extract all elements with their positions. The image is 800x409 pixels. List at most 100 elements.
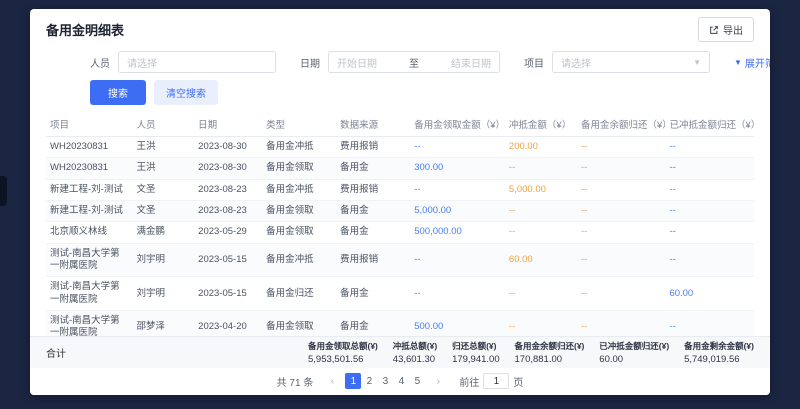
- goto-page: 前往 1 页: [459, 373, 523, 389]
- cell-person: 刘宇明: [132, 243, 194, 277]
- date-range-picker[interactable]: 开始日期 至 结束日期: [328, 51, 500, 73]
- cell-offset-amount: --: [505, 311, 577, 336]
- drawer-handle[interactable]: [0, 176, 7, 206]
- summary-item: 已冲抵金额归还(¥) 60.00: [599, 340, 669, 365]
- summary-item-label: 备用金领取总额(¥): [308, 340, 378, 352]
- table-row[interactable]: WH20230831 王洪 2023-08-30 备用金领取 备用金 300.0…: [46, 158, 754, 179]
- summary-item-label: 已冲抵金额归还(¥): [599, 340, 669, 352]
- cell-date: 2023-08-23: [194, 201, 262, 222]
- petty-cash-panel: 备用金明细表 导出 人员 请选择 日期: [30, 9, 770, 395]
- cell-type: 备用金领取: [262, 158, 336, 179]
- cell-date: 2023-05-29: [194, 222, 262, 243]
- app-background: 备用金明细表 导出 人员 请选择 日期: [0, 0, 800, 409]
- summary-row: 合计 备用金领取总额(¥) 5,953,501.56 冲抵总额(¥) 43,60…: [30, 336, 770, 368]
- col-balance-return-header: 备用金余额归还（¥）: [577, 112, 666, 137]
- cell-balance-return: --: [577, 277, 666, 311]
- clear-search-button[interactable]: 清空搜索: [154, 80, 218, 105]
- cell-person: 满金鹏: [132, 222, 194, 243]
- prev-page-button[interactable]: ‹: [324, 373, 340, 389]
- page-button-2[interactable]: 2: [361, 373, 377, 389]
- expand-filter-link[interactable]: ▼ 展开筛选: [734, 55, 770, 70]
- date-separator: 至: [409, 55, 419, 70]
- col-project-header: 项目: [46, 112, 132, 137]
- person-select[interactable]: 请选择: [118, 51, 276, 73]
- cell-project: 新建工程-刘-测试: [46, 201, 132, 222]
- panel-header: 备用金明细表 导出: [30, 9, 770, 46]
- cell-offset-return: --: [665, 311, 754, 336]
- detail-table: 项目 人员 日期 类型 数据来源 备用金领取金额（¥） 冲抵金额（¥） 备用金余…: [30, 112, 770, 336]
- col-person-header: 人员: [132, 112, 194, 137]
- cell-received-amount: 5,000.00: [410, 201, 505, 222]
- table-row[interactable]: 测试-南昌大学第一附属医院 刘宇明 2023-05-15 备用金冲抵 费用报销 …: [46, 243, 754, 277]
- date-filter-label: 日期: [300, 55, 320, 70]
- filter-bar: 人员 请选择 日期 开始日期 至 结束日期 项目 请选择 ▼: [30, 46, 770, 77]
- summary-item-value: 170,881.00: [515, 354, 585, 365]
- cell-source: 费用报销: [336, 137, 410, 158]
- export-label: 导出: [723, 22, 743, 37]
- cell-project: WH20230831: [46, 158, 132, 179]
- cell-balance-return: --: [577, 222, 666, 243]
- summary-item-value: 179,941.00: [452, 354, 500, 365]
- col-offset-header: 冲抵金额（¥）: [505, 112, 577, 137]
- goto-suffix: 页: [513, 374, 523, 389]
- project-select-placeholder: 请选择: [561, 55, 591, 70]
- search-button[interactable]: 搜索: [90, 80, 146, 105]
- col-received-header: 备用金领取金额（¥）: [410, 112, 505, 137]
- page-button-4[interactable]: 4: [393, 373, 409, 389]
- cell-offset-return: --: [665, 243, 754, 277]
- summary-item-value: 5,953,501.56: [308, 354, 378, 365]
- project-filter: 项目 请选择 ▼: [524, 51, 710, 73]
- col-date-header: 日期: [194, 112, 262, 137]
- date-filter: 日期 开始日期 至 结束日期: [300, 51, 500, 73]
- cell-project: 北京顺义林线: [46, 222, 132, 243]
- date-start-input[interactable]: 开始日期: [337, 55, 377, 70]
- summary-item-label: 备用金剩余金额(¥): [684, 340, 754, 352]
- summary-item-label: 归还总额(¥): [452, 340, 500, 352]
- cell-person: 邵梦泽: [132, 311, 194, 336]
- summary-item: 冲抵总额(¥) 43,601.30: [393, 340, 437, 365]
- summary-item: 归还总额(¥) 179,941.00: [452, 340, 500, 365]
- table-row[interactable]: 北京顺义林线 满金鹏 2023-05-29 备用金领取 备用金 500,000.…: [46, 222, 754, 243]
- summary-item-value: 5,749,019.56: [684, 354, 754, 365]
- export-button[interactable]: 导出: [698, 17, 754, 42]
- cell-date: 2023-08-23: [194, 179, 262, 200]
- page-button-5[interactable]: 5: [409, 373, 425, 389]
- cell-type: 备用金领取: [262, 201, 336, 222]
- cell-source: 备用金: [336, 311, 410, 336]
- date-end-input[interactable]: 结束日期: [451, 55, 491, 70]
- cell-offset-return: --: [665, 137, 754, 158]
- col-source-header: 数据来源: [336, 112, 410, 137]
- page-button-1[interactable]: 1: [345, 373, 361, 389]
- cell-received-amount: --: [410, 243, 505, 277]
- cell-person: 文圣: [132, 179, 194, 200]
- chevron-down-icon: ▼: [734, 58, 742, 67]
- table-row[interactable]: 测试-南昌大学第一附属医院 邵梦泽 2023-04-20 备用金领取 备用金 5…: [46, 311, 754, 336]
- cell-project: WH20230831: [46, 137, 132, 158]
- cell-offset-amount: --: [505, 201, 577, 222]
- cell-date: 2023-04-20: [194, 311, 262, 336]
- cell-project: 测试-南昌大学第一附属医院: [46, 311, 132, 336]
- cell-date: 2023-08-30: [194, 137, 262, 158]
- summary-item-label: 备用金余额归还(¥): [515, 340, 585, 352]
- table-row[interactable]: 测试-南昌大学第一附属医院 刘宇明 2023-05-15 备用金归还 备用金 -…: [46, 277, 754, 311]
- goto-page-input[interactable]: 1: [483, 373, 509, 389]
- cell-type: 备用金领取: [262, 222, 336, 243]
- cell-offset-return: --: [665, 201, 754, 222]
- cell-balance-return: --: [577, 179, 666, 200]
- page-button-3[interactable]: 3: [377, 373, 393, 389]
- table-row[interactable]: WH20230831 王洪 2023-08-30 备用金冲抵 费用报销 -- 2…: [46, 137, 754, 158]
- cell-offset-return: --: [665, 222, 754, 243]
- cell-offset-return: 60.00: [665, 277, 754, 311]
- cell-person: 王洪: [132, 158, 194, 179]
- table-row[interactable]: 新建工程-刘-测试 文圣 2023-08-23 备用金冲抵 费用报销 -- 5,…: [46, 179, 754, 200]
- cell-offset-return: --: [665, 158, 754, 179]
- project-select[interactable]: 请选择 ▼: [552, 51, 710, 73]
- next-page-button[interactable]: ›: [430, 373, 446, 389]
- cell-date: 2023-08-30: [194, 158, 262, 179]
- cell-source: 费用报销: [336, 179, 410, 200]
- col-type-header: 类型: [262, 112, 336, 137]
- cell-received-amount: 500.00: [410, 311, 505, 336]
- cell-date: 2023-05-15: [194, 243, 262, 277]
- table-row[interactable]: 新建工程-刘-测试 文圣 2023-08-23 备用金领取 备用金 5,000.…: [46, 201, 754, 222]
- cell-received-amount: --: [410, 179, 505, 200]
